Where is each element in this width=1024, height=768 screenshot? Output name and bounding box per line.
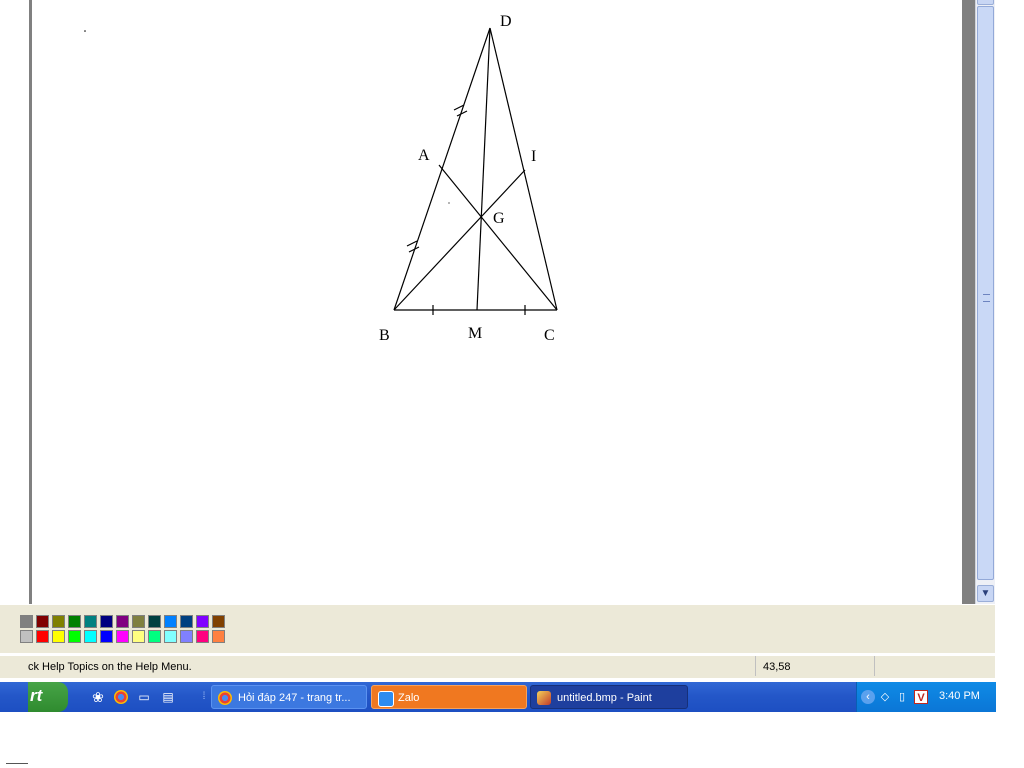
grip-icon — [983, 294, 990, 302]
scroll-up-button[interactable]: ▲ — [977, 0, 994, 5]
label-D: D — [500, 13, 512, 30]
taskbar: rt ❀ ▭ ▤ ⁞ Hỏi đáp 247 - trang tr... Zal… — [0, 682, 996, 712]
vertical-scrollbar[interactable]: ▲ ▼ — [975, 0, 995, 604]
tray-expand-icon[interactable]: ‹ — [861, 690, 875, 704]
palette-color-swatch[interactable] — [20, 615, 33, 628]
palette-color-swatch[interactable] — [116, 615, 129, 628]
palette-color-swatch[interactable] — [180, 615, 193, 628]
palette-color-swatch[interactable] — [180, 630, 193, 643]
scroll-down-button[interactable]: ▼ — [977, 585, 994, 602]
label-G: G — [493, 210, 505, 227]
palette-color-swatch[interactable] — [36, 630, 49, 643]
task-label: Hỏi đáp 247 - trang tr... — [238, 692, 351, 704]
canvas-workspace-border — [962, 0, 975, 604]
status-coordinates-pane: 43,58 — [755, 656, 875, 676]
palette-color-swatch[interactable] — [148, 615, 161, 628]
task-paint[interactable]: untitled.bmp - Paint — [530, 685, 688, 709]
palette-color-swatch[interactable] — [20, 630, 33, 643]
color-palette — [0, 604, 995, 653]
quicklaunch-browser-icon[interactable]: ❀ — [90, 689, 106, 705]
taskbar-separator-icon: ⁞ — [202, 691, 206, 702]
palette-color-swatch[interactable] — [164, 615, 177, 628]
tray-network-icon[interactable]: ◇ — [878, 690, 892, 704]
palette-color-swatch[interactable] — [52, 630, 65, 643]
palette-color-swatch[interactable] — [84, 615, 97, 628]
chrome-icon — [218, 691, 232, 705]
tray-antivirus-icon[interactable]: V — [914, 690, 928, 704]
quicklaunch-desktop-icon[interactable]: ▭ — [136, 689, 152, 705]
status-help-text: ck Help Topics on the Help Menu. — [28, 661, 192, 673]
palette-color-swatch[interactable] — [164, 630, 177, 643]
palette-color-swatch[interactable] — [196, 630, 209, 643]
palette-color-swatch[interactable] — [132, 615, 145, 628]
status-bar: ck Help Topics on the Help Menu. 43,58 — [0, 655, 995, 678]
palette-color-swatch[interactable] — [100, 615, 113, 628]
triangle-drawing: D A I G B M C — [84, 13, 558, 344]
palette-color-swatch[interactable] — [212, 615, 225, 628]
task-zalo[interactable]: Zalo — [371, 685, 527, 709]
palette-color-swatch[interactable] — [84, 630, 97, 643]
label-B: B — [379, 327, 390, 344]
scrollbar-thumb[interactable] — [977, 6, 994, 580]
label-C: C — [544, 327, 555, 344]
palette-color-swatch[interactable] — [132, 630, 145, 643]
tray-volume-icon[interactable]: ▯ — [895, 690, 909, 704]
stray-dot — [84, 30, 86, 32]
palette-color-swatch[interactable] — [52, 615, 65, 628]
label-I: I — [531, 148, 536, 165]
screen-edge-mark — [6, 763, 28, 764]
segment-DM — [476, 27, 491, 311]
palette-color-swatch[interactable] — [68, 615, 81, 628]
cursor-coordinates: 43,58 — [763, 661, 791, 673]
start-label: rt — [30, 686, 43, 705]
palette-color-swatch[interactable] — [100, 630, 113, 643]
label-A: A — [418, 147, 430, 164]
segment-DC — [489, 27, 558, 311]
zalo-icon — [378, 691, 394, 707]
label-M: M — [468, 325, 482, 342]
stray-dot — [448, 202, 450, 204]
task-label: Zalo — [398, 692, 420, 704]
clock[interactable]: 3:40 PM — [939, 690, 980, 702]
palette-color-swatch[interactable] — [116, 630, 129, 643]
start-button[interactable]: rt — [28, 682, 68, 712]
paint-icon — [537, 691, 551, 705]
tool-strip-edge — [0, 0, 29, 604]
palette-color-swatch[interactable] — [212, 630, 225, 643]
palette-color-swatch[interactable] — [196, 615, 209, 628]
quicklaunch-chrome-icon[interactable] — [114, 690, 128, 704]
system-tray: ‹ ◇ ▯ V 3:40 PM — [856, 682, 996, 712]
task-chrome[interactable]: Hỏi đáp 247 - trang tr... — [211, 685, 367, 709]
paint-canvas[interactable]: D A I G B M C — [29, 0, 962, 604]
task-label: untitled.bmp - Paint — [557, 692, 652, 704]
palette-color-swatch[interactable] — [36, 615, 49, 628]
palette-color-swatch[interactable] — [148, 630, 161, 643]
quicklaunch-calculator-icon[interactable]: ▤ — [160, 689, 176, 705]
palette-color-swatch[interactable] — [68, 630, 81, 643]
